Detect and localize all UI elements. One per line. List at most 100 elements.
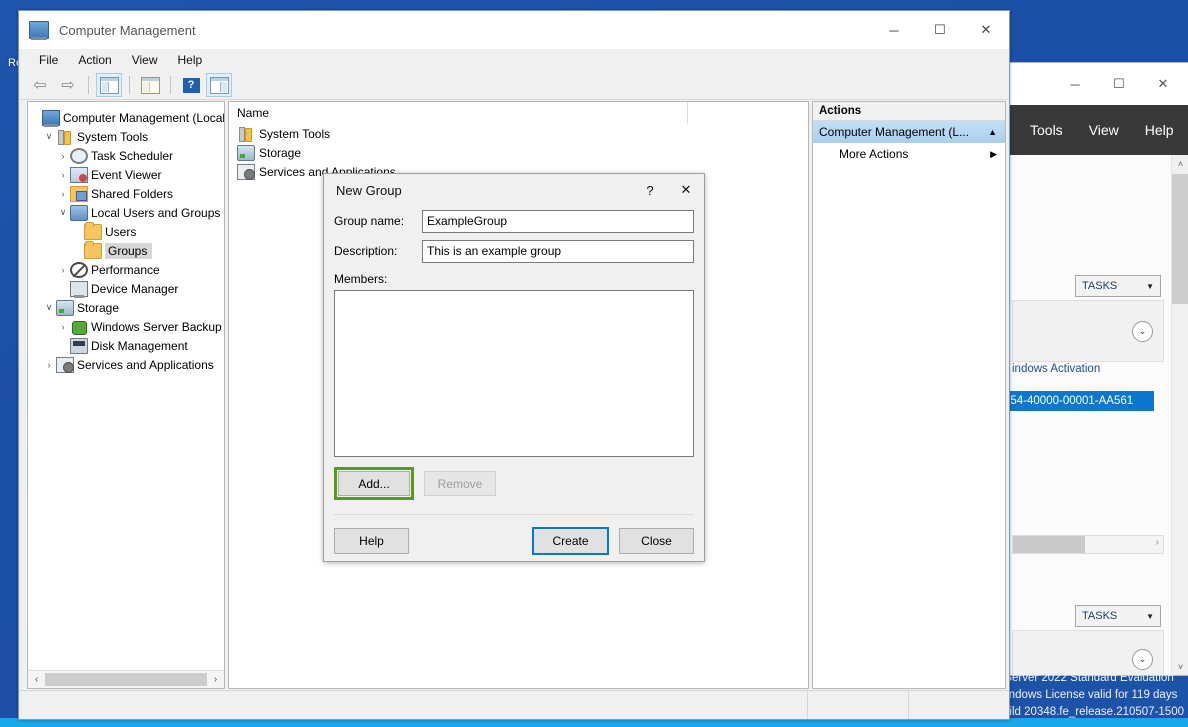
window-title: Computer Management [59,23,196,38]
scroll-left-icon[interactable]: ‹ [28,671,45,688]
expander-icon[interactable]: › [56,170,70,180]
tree-item-services-and-applications[interactable]: ›Services and Applications [28,355,224,374]
clock-icon [70,148,88,164]
server-manager-window[interactable]: ─ ☐ ✕ Tools View Help TASKS ▼ ⌄ indows A… [1003,62,1188,676]
dialog-close-button[interactable]: ✕ [668,175,704,205]
export-list-icon [141,77,160,94]
sm-panel-1: ⌄ [1012,300,1164,362]
group-name-label: Group name: [334,214,422,228]
tree-item-label: Shared Folders [91,187,173,201]
group-name-input[interactable]: ExampleGroup [422,210,694,233]
tasks-button-2[interactable]: TASKS ▼ [1075,605,1161,627]
help-button[interactable]: ? [178,73,204,97]
tree-item-label: Disk Management [91,339,188,353]
tree-item-computer-management-local[interactable]: Computer Management (Local [28,108,224,127]
add-button[interactable]: Add... [338,471,410,496]
new-group-dialog[interactable]: New Group ? ✕ Group name: ExampleGroup D… [323,173,705,562]
tasks-caret-icon-2: ▼ [1146,612,1154,621]
folder-icon [84,224,102,240]
maximize-button[interactable]: ☐ [917,15,963,45]
scroll-up-icon[interactable]: ˄ [1172,155,1188,172]
action-pane-icon [210,77,229,94]
close-button[interactable]: Close [619,528,694,554]
dialog-separator [334,514,694,515]
tree-item-event-viewer[interactable]: › Event Viewer [28,165,224,184]
dialog-help-button[interactable]: ? [632,175,668,205]
menu-action[interactable]: Action [68,51,121,69]
show-hide-console-tree-button[interactable] [96,73,122,97]
scroll-right-icon[interactable]: › [207,671,224,688]
expander-icon[interactable]: › [56,151,70,161]
tree-item-groups[interactable]: Groups [28,241,224,260]
expander-icon[interactable]: ∨ [42,302,56,313]
expander-icon[interactable]: ∨ [42,131,56,142]
server-manager-menubar: Tools View Help [1004,105,1188,155]
actions-selected-item[interactable]: Computer Management (L... ▲ [813,121,1005,143]
expander-icon[interactable]: ∨ [56,207,70,218]
minimize-button[interactable]: ─ [871,15,917,45]
chevron-down-icon-2[interactable]: ⌄ [1132,649,1153,670]
tree-item-label: Device Manager [91,282,178,296]
description-input[interactable]: This is an example group [422,240,694,263]
tasks-button-1[interactable]: TASKS ▼ [1075,275,1161,297]
tree-item-users[interactable]: Users [28,222,224,241]
services-icon [56,357,74,373]
menu-view[interactable]: View [122,51,168,69]
server-manager-scrollbar[interactable]: ˄ ˅ [1171,155,1188,675]
expander-icon[interactable]: › [56,265,70,275]
expander-icon[interactable]: › [56,189,70,199]
column-header-name[interactable]: Name [229,102,688,124]
chevron-right-icon: ▶ [990,149,997,160]
tree-item-label: Windows Server Backup [91,320,222,334]
list-item[interactable]: System Tools [229,124,808,143]
sm-row-chevron-icon[interactable]: › [1156,537,1159,548]
tree-item-performance[interactable]: ›Performance [28,260,224,279]
tree-item-task-scheduler[interactable]: ›Task Scheduler [28,146,224,165]
server-manager-body: TASKS ▼ ⌄ indows Activation 454-40000-00… [1004,155,1188,675]
show-hide-action-pane-button[interactable] [206,73,232,97]
tree-item-storage[interactable]: ∨Storage [28,298,224,317]
list-item[interactable]: Storage [229,143,808,162]
forward-button[interactable]: ⇨ [55,73,81,97]
windows-evaluation-watermark: s Server 2022 Standard Evaluation Window… [995,670,1184,721]
tree-horizontal-scrollbar[interactable]: ‹ › [28,670,224,688]
help-button[interactable]: Help [334,528,409,554]
scrollbar-thumb[interactable] [1172,174,1188,304]
tools-icon [56,129,74,145]
expander-icon[interactable]: › [42,360,56,370]
shared-folders-icon [70,186,88,202]
menu-help[interactable]: Help [168,51,213,69]
tree-item-shared-folders[interactable]: › Shared Folders [28,184,224,203]
create-button[interactable]: Create [532,527,609,555]
tree-scrollbar-thumb[interactable] [45,673,207,686]
tree-item-system-tools[interactable]: ∨ System Tools [28,127,224,146]
windows-activation-label: indows Activation [1012,363,1162,375]
members-listbox[interactable] [334,290,694,457]
back-button[interactable]: ⇦ [27,73,53,97]
expander-icon[interactable]: › [56,322,70,332]
close-button[interactable]: ✕ [963,15,1009,45]
folder-icon [84,243,102,259]
tree-item-local-users-and-groups[interactable]: ∨Local Users and Groups [28,203,224,222]
actions-pane[interactable]: Actions Computer Management (L... ▲ More… [812,101,1006,689]
action-more-actions[interactable]: More Actions ▶ [813,143,1005,165]
chevron-down-icon-1[interactable]: ⌄ [1132,321,1153,342]
menu-file[interactable]: File [29,51,68,69]
event-viewer-icon [70,167,88,183]
sm-menu-tools[interactable]: Tools [1030,122,1063,138]
export-list-button[interactable] [137,73,163,97]
tree-item-device-manager[interactable]: Device Manager [28,279,224,298]
product-key-row[interactable]: 454-40000-00001-AA561 [1004,391,1154,411]
tree-item-windows-server-backup[interactable]: › Windows Server Backup [28,317,224,336]
tree-item-label: Event Viewer [91,168,161,182]
tree-item-label: Computer Management (Local [63,111,225,125]
sm-menu-view[interactable]: View [1089,122,1119,138]
sm-minimize-button[interactable]: ─ [1053,69,1097,99]
tree-item-label: System Tools [77,130,148,144]
sm-close-button[interactable]: ✕ [1141,69,1185,99]
sm-maximize-button[interactable]: ☐ [1097,69,1141,99]
watermark-line-2: Windows License valid for 119 days [995,687,1184,704]
tree-item-disk-management[interactable]: Disk Management [28,336,224,355]
console-tree-pane[interactable]: Computer Management (Local ∨ System Tools ›… [27,101,225,689]
sm-menu-help[interactable]: Help [1145,122,1174,138]
